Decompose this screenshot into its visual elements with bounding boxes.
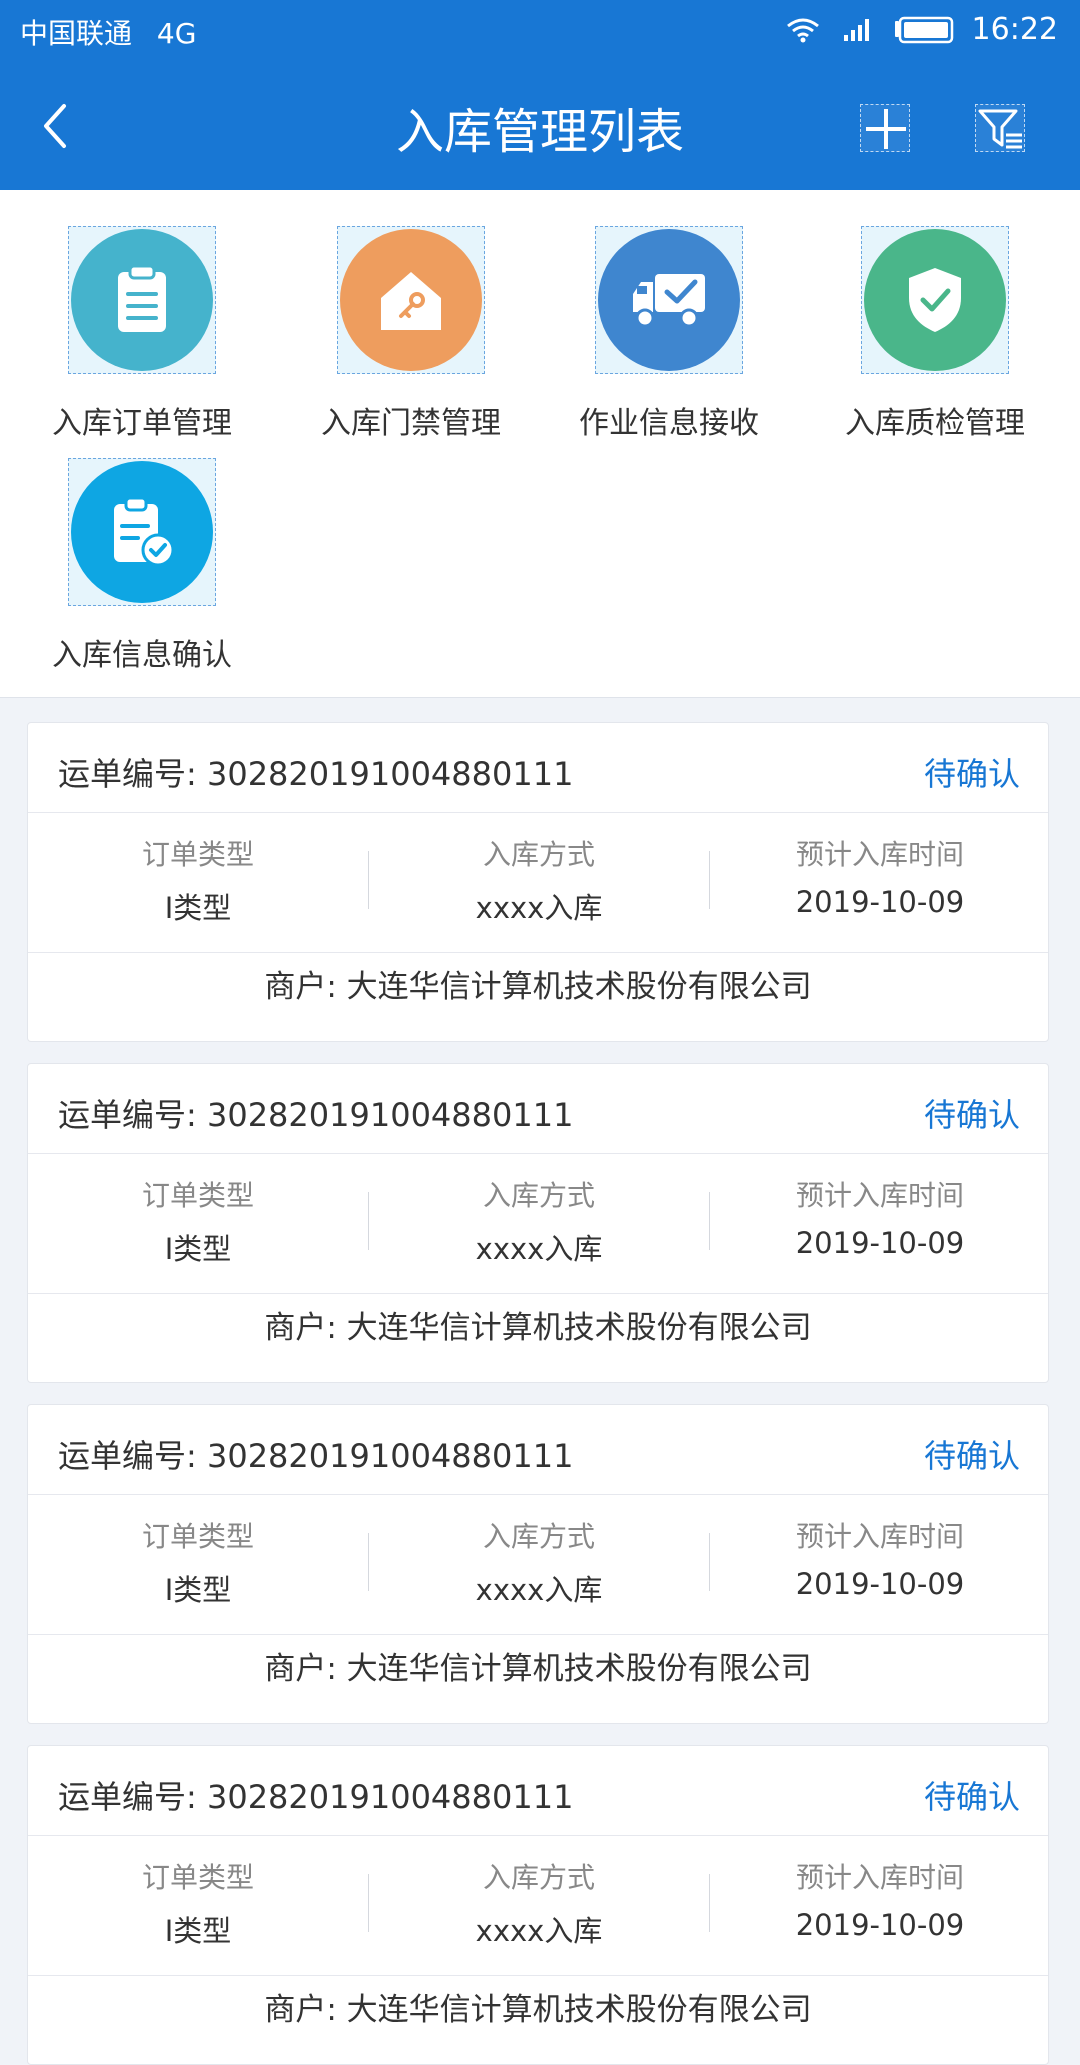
truck-check-icon [598, 229, 740, 371]
order-type-value: I类型 [164, 1232, 232, 1266]
battery-icon [894, 16, 954, 44]
order-type-label: 订单类型 [141, 838, 254, 871]
card-header: 运单编号: 302820191004880111 待确认 [28, 1064, 1048, 1154]
status-left: 中国联通 4G [20, 12, 212, 52]
module-icon-frame [337, 226, 485, 374]
status-right: 16:22 [764, 12, 1058, 47]
order-type-label: 订单类型 [141, 1179, 254, 1212]
merchant-info: 商户: 大连华信计算机技术股份有限公司 [264, 1310, 812, 1346]
module-quality-inspection[interactable]: 入库质检管理 [815, 190, 1055, 441]
add-button[interactable] [860, 104, 910, 152]
expected-time-value: 2019-10-09 [795, 885, 965, 919]
filter-button[interactable] [975, 104, 1025, 152]
module-icon-frame [595, 226, 743, 374]
card-header: 运单编号: 302820191004880111 待确认 [28, 723, 1048, 813]
merchant-info: 商户: 大连华信计算机技术股份有限公司 [264, 969, 812, 1005]
network-type: 4G [156, 17, 197, 50]
order-type-col: 订单类型 I类型 [28, 1836, 368, 1976]
inbound-method-value: xxxx入库 [475, 1914, 603, 1948]
card-details: 订单类型 I类型 入库方式 xxxx入库 预计入库时间 2019-10-09 [28, 1495, 1048, 1635]
module-info-confirm[interactable]: 入库信息确认 [22, 422, 262, 673]
card-details: 订单类型 I类型 入库方式 xxxx入库 预计入库时间 2019-10-09 [28, 1154, 1048, 1294]
module-order-management[interactable]: 入库订单管理 [22, 190, 262, 441]
module-label: 入库信息确认 [52, 638, 232, 673]
order-card[interactable]: 运单编号: 302820191004880111 待确认 订单类型 I类型 入库… [27, 1745, 1049, 2065]
order-card[interactable]: 运单编号: 302820191004880111 待确认 订单类型 I类型 入库… [27, 722, 1049, 1042]
expected-time-col: 预计入库时间 2019-10-09 [710, 1154, 1050, 1294]
status-badge: 待确认 [923, 1778, 1020, 1816]
inbound-method-col: 入库方式 xxxx入库 [369, 1495, 709, 1635]
clipboard-icon [71, 229, 213, 371]
order-type-value: I类型 [164, 1914, 232, 1948]
inbound-method-label: 入库方式 [482, 838, 595, 871]
expected-time-label: 预计入库时间 [795, 1520, 964, 1553]
module-gate-management[interactable]: 入库门禁管理 [291, 190, 531, 441]
status-badge: 待确认 [923, 1096, 1020, 1134]
inbound-method-value: xxxx入库 [475, 1573, 603, 1607]
card-header: 运单编号: 302820191004880111 待确认 [28, 1405, 1048, 1495]
page-title: 入库管理列表 [395, 104, 684, 160]
module-icon-frame [861, 226, 1009, 374]
order-type-value: I类型 [164, 1573, 232, 1607]
card-details: 订单类型 I类型 入库方式 xxxx入库 预计入库时间 2019-10-09 [28, 1836, 1048, 1976]
order-type-col: 订单类型 I类型 [28, 1154, 368, 1294]
order-type-col: 订单类型 I类型 [28, 813, 368, 953]
waybill-number: 运单编号: 302820191004880111 [58, 1437, 574, 1475]
expected-time-value: 2019-10-09 [795, 1226, 965, 1260]
expected-time-col: 预计入库时间 2019-10-09 [710, 813, 1050, 953]
expected-time-label: 预计入库时间 [795, 1179, 964, 1212]
status-bar: 中国联通 4G 16:22 [0, 0, 1080, 60]
order-type-label: 订单类型 [141, 1520, 254, 1553]
inbound-method-value: xxxx入库 [475, 891, 603, 925]
clipboard-check-icon [71, 461, 213, 603]
order-type-label: 订单类型 [141, 1861, 254, 1894]
module-label: 作业信息接收 [579, 406, 759, 441]
expected-time-label: 预计入库时间 [795, 1861, 964, 1894]
app-header: 中国联通 4G 16:22 入库管理列表 [0, 0, 1080, 190]
inbound-method-col: 入库方式 xxxx入库 [369, 1836, 709, 1976]
waybill-number: 运单编号: 302820191004880111 [58, 755, 574, 793]
expected-time-col: 预计入库时间 2019-10-09 [710, 1495, 1050, 1635]
module-icon-frame [68, 458, 216, 606]
shield-check-icon [864, 229, 1006, 371]
module-grid: 入库订单管理 入库门禁管理 作业信息接收 入库质检管理 入库信息确认 [0, 190, 1080, 698]
card-header: 运单编号: 302820191004880111 待确认 [28, 1746, 1048, 1836]
waybill-number: 运单编号: 302820191004880111 [58, 1096, 574, 1134]
order-type-col: 订单类型 I类型 [28, 1495, 368, 1635]
status-badge: 待确认 [923, 755, 1020, 793]
filter-icon [978, 109, 1022, 149]
inbound-method-label: 入库方式 [482, 1179, 595, 1212]
merchant-info: 商户: 大连华信计算机技术股份有限公司 [264, 1651, 812, 1687]
inbound-method-label: 入库方式 [482, 1861, 595, 1894]
order-type-value: I类型 [164, 891, 232, 925]
wifi-icon [786, 17, 820, 43]
card-details: 订单类型 I类型 入库方式 xxxx入库 预计入库时间 2019-10-09 [28, 813, 1048, 953]
waybill-number: 运单编号: 302820191004880111 [58, 1778, 574, 1816]
plus-icon [866, 109, 906, 149]
carrier-name: 中国联通 [20, 17, 133, 50]
expected-time-value: 2019-10-09 [795, 1567, 965, 1601]
order-card[interactable]: 运单编号: 302820191004880111 待确认 订单类型 I类型 入库… [27, 1063, 1049, 1383]
inbound-method-col: 入库方式 xxxx入库 [369, 1154, 709, 1294]
expected-time-label: 预计入库时间 [795, 838, 964, 871]
expected-time-col: 预计入库时间 2019-10-09 [710, 1836, 1050, 1976]
status-badge: 待确认 [923, 1437, 1020, 1475]
inbound-method-value: xxxx入库 [475, 1232, 603, 1266]
inbound-method-col: 入库方式 xxxx入库 [369, 813, 709, 953]
module-icon-frame [68, 226, 216, 374]
expected-time-value: 2019-10-09 [795, 1908, 965, 1942]
house-key-icon [340, 229, 482, 371]
merchant-info: 商户: 大连华信计算机技术股份有限公司 [264, 1992, 812, 2028]
module-work-info-receive[interactable]: 作业信息接收 [549, 190, 789, 441]
module-label: 入库门禁管理 [321, 406, 501, 441]
signal-icon [842, 17, 872, 43]
clock-time: 16:22 [971, 12, 1058, 47]
module-label: 入库质检管理 [845, 406, 1025, 441]
inbound-method-label: 入库方式 [482, 1520, 595, 1553]
order-card[interactable]: 运单编号: 302820191004880111 待确认 订单类型 I类型 入库… [27, 1404, 1049, 1724]
